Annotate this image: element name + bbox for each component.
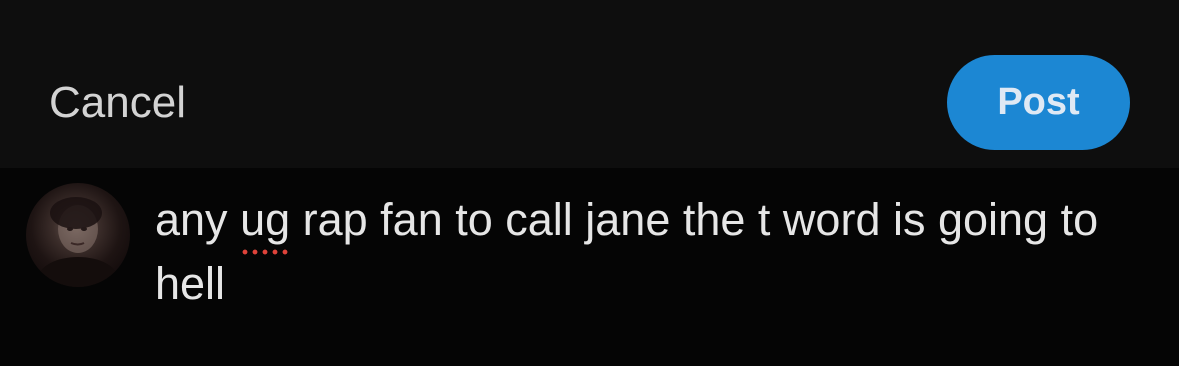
post-button[interactable]: Post (947, 55, 1130, 150)
post-text-end: rap fan to call jane the t word is going… (155, 194, 1111, 309)
post-text-input[interactable]: any ug rap fan to call jane the t word i… (155, 188, 1145, 316)
misspelled-word[interactable]: ug (240, 188, 291, 256)
cancel-button[interactable]: Cancel (49, 77, 186, 129)
avatar-image (38, 197, 118, 287)
spellcheck-underline (240, 248, 291, 256)
avatar[interactable] (26, 183, 130, 287)
post-text-start: any (155, 194, 241, 245)
compose-header: Cancel Post (0, 0, 1179, 168)
misspelled-word-text: ug (240, 194, 291, 245)
